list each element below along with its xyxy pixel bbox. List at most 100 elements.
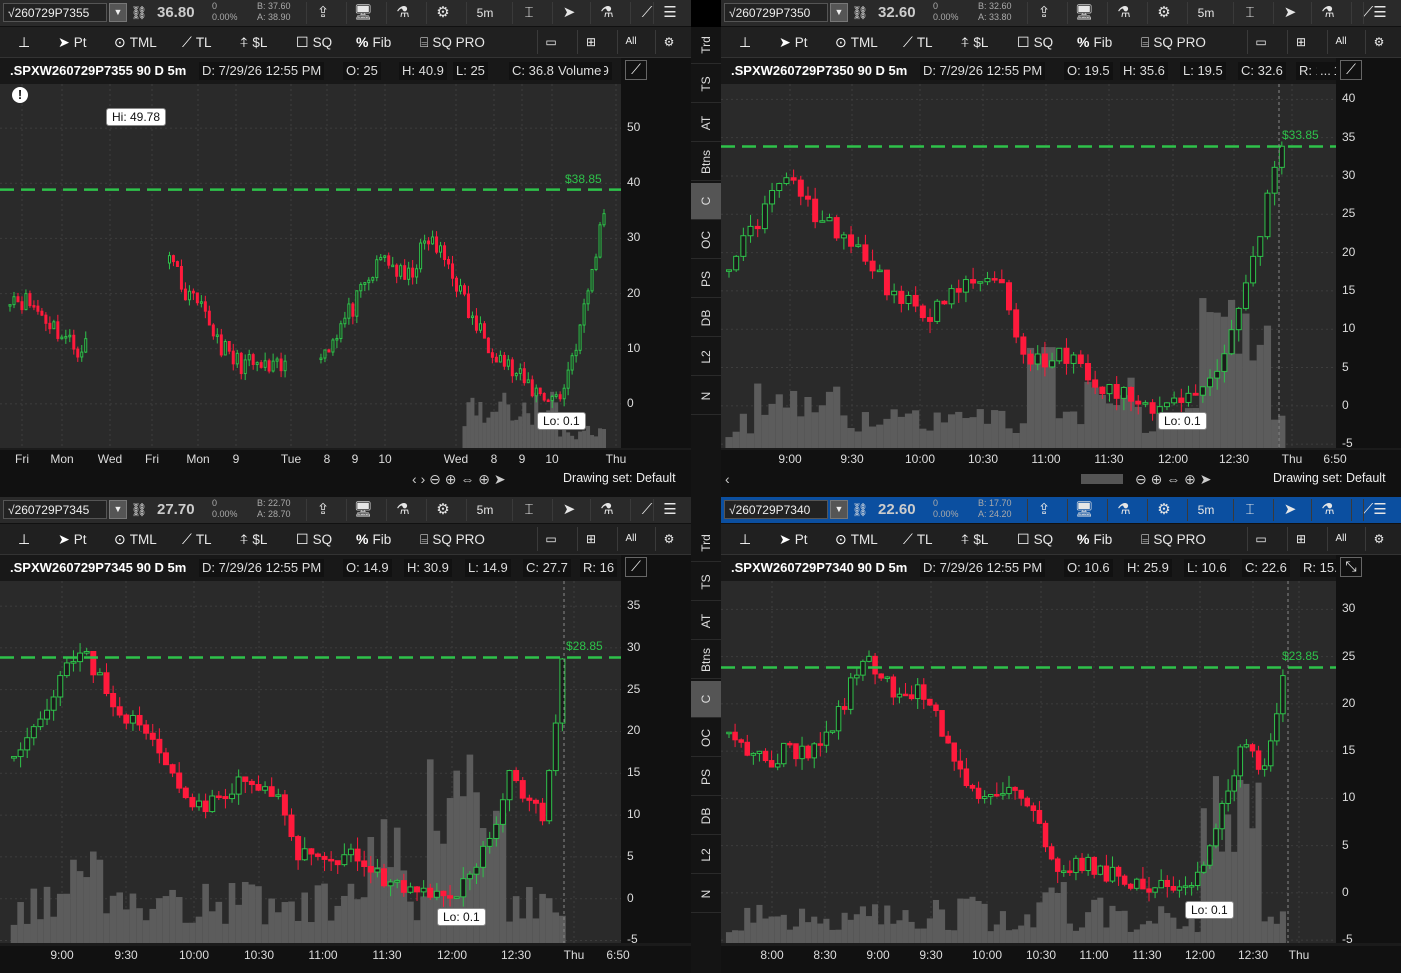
- sqpro-tool[interactable]: ⌸ SQ PRO: [420, 528, 485, 550]
- symbol-dropdown[interactable]: ▼: [830, 3, 848, 22]
- tml-tool[interactable]: ⊙ TML: [114, 31, 157, 53]
- symbol-field[interactable]: √260729P7355: [3, 3, 107, 22]
- link-icon[interactable]: ⛓: [849, 2, 871, 24]
- zoom-controls[interactable]: ⊖ ⊕ ⇔ ⊕ ➤: [1081, 471, 1212, 488]
- share-icon[interactable]: ⇪: [306, 499, 339, 521]
- side-tab-n[interactable]: N: [691, 378, 721, 415]
- gear-icon[interactable]: ⚙: [426, 2, 459, 24]
- trend-style-icon[interactable]: ⟋: [1340, 60, 1362, 80]
- flask-icon[interactable]: ⚗: [386, 499, 419, 521]
- price-axis[interactable]: ⤡ 30 25 20 15 10 5 0 -5: [1336, 555, 1401, 946]
- sq-tool[interactable]: ☐ SQ: [296, 31, 332, 53]
- cursor-icon[interactable]: ➤: [1273, 499, 1306, 521]
- scroll-right-icon[interactable]: ›: [421, 471, 430, 487]
- tl-tool[interactable]: ⟋ TL: [182, 31, 212, 53]
- side-tab-btns[interactable]: Btns: [691, 642, 721, 679]
- sl-tool[interactable]: ⍏ $L: [240, 31, 267, 53]
- grid-layout-icon[interactable]: ⊞: [577, 30, 604, 54]
- pt-tool[interactable]: ➤ Pt: [58, 528, 87, 550]
- drawing-set-selector[interactable]: Drawing set: Default: [563, 471, 676, 485]
- grid-layout-icon[interactable]: ⊞: [1287, 30, 1314, 54]
- single-layout-icon[interactable]: ▭: [537, 30, 564, 54]
- settings-gear-icon[interactable]: ⚙: [655, 30, 682, 54]
- cursor-icon[interactable]: ➤: [552, 499, 585, 521]
- pin-tool[interactable]: ⊥: [18, 528, 34, 550]
- sq-tool[interactable]: ☐ SQ: [296, 528, 332, 550]
- timeframe-button[interactable]: 5m: [1187, 499, 1224, 521]
- all-button[interactable]: All: [617, 30, 644, 54]
- link-icon[interactable]: ⛓: [128, 499, 150, 521]
- studies-icon[interactable]: ⚗: [590, 499, 623, 521]
- zoom-in-icon[interactable]: ⊕: [445, 471, 461, 487]
- trend-style-icon[interactable]: ⟋: [625, 60, 647, 80]
- zoom-in-icon[interactable]: ⊕: [1151, 471, 1167, 487]
- symbol-field[interactable]: √260729P7345: [3, 500, 107, 519]
- sl-tool[interactable]: ⍏ $L: [961, 528, 988, 550]
- fib-tool[interactable]: % Fib: [356, 31, 391, 53]
- time-axis[interactable]: Fri Mon Wed Fri Mon 9 Tue 8 9 10 Wed 8 9 10 Thu: [0, 450, 691, 470]
- side-tab-at[interactable]: AT: [691, 603, 721, 640]
- tl-tool[interactable]: ⟋ TL: [903, 528, 933, 550]
- side-tab-ps[interactable]: PS: [691, 759, 721, 796]
- crosshair-icon[interactable]: ⊕: [1184, 471, 1200, 487]
- side-tab-ps[interactable]: PS: [691, 261, 721, 298]
- price-chart-area[interactable]: [0, 581, 621, 943]
- scroll-left-icon[interactable]: ‹: [725, 471, 730, 487]
- sq-tool[interactable]: ☐ SQ: [1017, 31, 1053, 53]
- time-axis[interactable]: 9:00 9:30 10:00 10:30 11:00 11:30 12:00 12:30 Th…: [721, 450, 1401, 470]
- symbol-field[interactable]: √260729P7340: [724, 500, 828, 519]
- side-tab-l2[interactable]: L2: [691, 837, 721, 874]
- price-axis[interactable]: ⟋ 40 35 30 25 20 15 10 5 0 -5: [1336, 58, 1401, 450]
- side-tab-oc[interactable]: OC: [691, 222, 721, 259]
- drawing-set-selector[interactable]: Drawing set: Default: [1273, 471, 1386, 485]
- side-tab-at[interactable]: AT: [691, 105, 721, 142]
- flask-icon[interactable]: ⚗: [386, 2, 419, 24]
- pt-tool[interactable]: ➤ Pt: [58, 31, 87, 53]
- price-axis[interactable]: ⟋ 50 40 30 20 10 0: [621, 58, 691, 448]
- timeframe-button[interactable]: 5m: [466, 2, 503, 24]
- alert-icon[interactable]: 🖥: [1067, 2, 1100, 24]
- flask-icon[interactable]: ⚗: [1107, 2, 1140, 24]
- pin-tool[interactable]: ⊥: [18, 31, 34, 53]
- fib-tool[interactable]: % Fib: [1077, 31, 1112, 53]
- style-icon[interactable]: ⌶: [512, 499, 545, 521]
- grid-layout-icon[interactable]: ⊞: [577, 527, 604, 551]
- time-axis[interactable]: 9:00 9:30 10:00 10:30 11:00 11:30 12:00 12:30 Th…: [0, 946, 691, 966]
- scrollbar-thumb[interactable]: [1081, 474, 1123, 484]
- menu-icon[interactable]: ☰: [1363, 499, 1396, 521]
- link-icon[interactable]: ⛓: [128, 2, 150, 24]
- symbol-dropdown[interactable]: ▼: [830, 500, 848, 519]
- pin-tool[interactable]: ⊥: [739, 528, 755, 550]
- pt-tool[interactable]: ➤ Pt: [779, 528, 808, 550]
- price-chart-area[interactable]: [721, 84, 1336, 448]
- pointer-icon[interactable]: ➤: [494, 471, 506, 487]
- side-tab-db[interactable]: DB: [691, 798, 721, 835]
- side-tab-trd[interactable]: Trd: [691, 27, 721, 64]
- share-icon[interactable]: ⇪: [306, 2, 339, 24]
- share-icon[interactable]: ⇪: [1027, 2, 1060, 24]
- scroll-left-icon[interactable]: ‹: [412, 471, 421, 487]
- zoom-out-icon[interactable]: ⊖: [1135, 471, 1151, 487]
- symbol-dropdown[interactable]: ▼: [109, 500, 127, 519]
- menu-icon[interactable]: ☰: [1363, 2, 1396, 24]
- crosshair-icon[interactable]: ⊕: [478, 471, 494, 487]
- zoom-controls[interactable]: ‹: [725, 471, 730, 487]
- studies-icon[interactable]: ⚗: [590, 2, 623, 24]
- gear-icon[interactable]: ⚙: [426, 499, 459, 521]
- share-icon[interactable]: ⇪: [1027, 499, 1060, 521]
- price-chart-area[interactable]: [721, 581, 1336, 943]
- price-chart-area[interactable]: [0, 84, 621, 448]
- alert-icon[interactable]: 🖥: [1067, 499, 1100, 521]
- settings-gear-icon[interactable]: ⚙: [1365, 30, 1392, 54]
- tml-tool[interactable]: ⊙ TML: [835, 528, 878, 550]
- zoom-out-icon[interactable]: ⊖: [429, 471, 445, 487]
- tml-tool[interactable]: ⊙ TML: [114, 528, 157, 550]
- single-layout-icon[interactable]: ▭: [537, 527, 564, 551]
- alert-icon[interactable]: 🖥: [346, 499, 379, 521]
- zoom-controls[interactable]: ‹ › ⊖ ⊕ ⇔ ⊕ ➤: [412, 471, 506, 488]
- single-layout-icon[interactable]: ▭: [1247, 30, 1274, 54]
- symbol-dropdown[interactable]: ▼: [109, 3, 127, 22]
- cursor-icon[interactable]: ➤: [1273, 2, 1306, 24]
- fit-icon[interactable]: ⇔: [1166, 471, 1184, 487]
- style-icon[interactable]: ⌶: [1233, 499, 1266, 521]
